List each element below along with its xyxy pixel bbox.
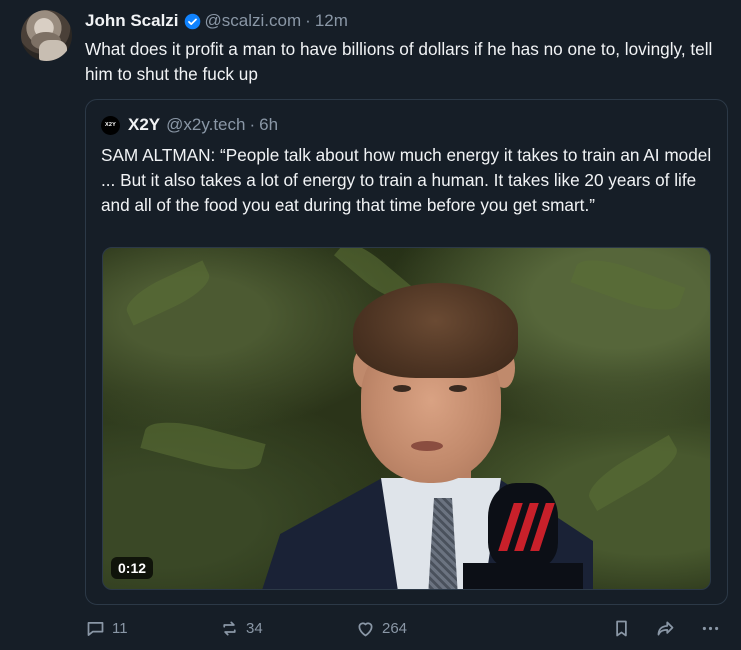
post-header: John Scalzi @scalzi.com · 12m [85,10,348,32]
bookmark-icon [616,620,627,637]
separator-dot: · [249,115,256,134]
repost-button[interactable]: 34 [219,618,263,639]
post-actions: 11 34 264 [0,618,741,644]
video-duration: 0:12 [111,557,154,579]
post: John Scalzi @scalzi.com · 12m What does … [0,0,741,650]
video-player[interactable]: 0:12 [102,247,711,590]
eye [393,385,411,392]
quoted-author-avatar[interactable]: X2Y [101,115,120,135]
like-button[interactable]: 264 [355,618,407,639]
quoted-post-header: X2Y X2Y @x2y.tech · 6h [101,114,278,136]
mouth [411,441,443,451]
quoted-post-time[interactable]: 6h [259,115,278,135]
author-name[interactable]: John Scalzi [85,11,179,31]
eye [449,385,467,392]
reply-icon [87,621,104,636]
verified-badge-icon [184,13,201,30]
hair [353,283,518,378]
post-time[interactable]: 12m [315,11,348,31]
microphone [488,483,558,568]
quoted-author-handle[interactable]: @x2y.tech [166,115,245,135]
microphone-base [463,563,583,589]
author-avatar[interactable] [21,10,72,61]
avatar-cat [39,40,67,61]
share-icon [657,621,674,636]
like-count: 264 [382,620,408,637]
reply-count: 11 [112,620,128,637]
quoted-author-name[interactable]: X2Y [128,115,160,135]
bookmark-button[interactable] [611,618,638,639]
separator-dot: · [305,11,311,30]
heart-icon [358,622,373,637]
author-handle[interactable]: @scalzi.com [205,11,302,31]
more-button[interactable] [700,618,727,639]
background-foliage [582,435,684,511]
background-foliage [570,250,686,320]
repost-count: 34 [246,620,263,637]
post-text: What does it profit a man to have billio… [85,39,713,84]
background-foliage [120,260,216,326]
share-button[interactable] [655,618,682,639]
quoted-post[interactable]: X2Y X2Y @x2y.tech · 6h SAM ALTMAN: “Peop… [85,99,728,605]
repost-icon [223,621,236,636]
quoted-post-text: SAM ALTMAN: “People talk about how much … [101,145,712,215]
more-icon [702,626,719,631]
reply-button[interactable]: 11 [85,618,128,639]
